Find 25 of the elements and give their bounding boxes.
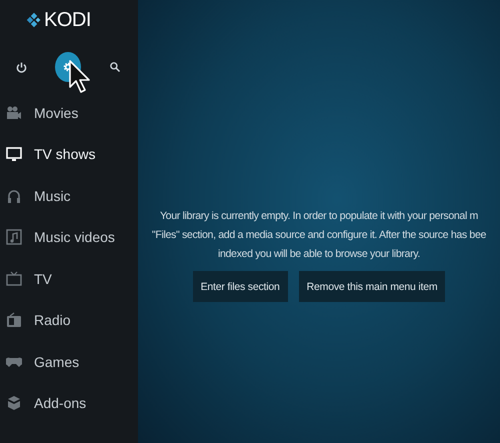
menu-item[interactable]: Add-ons <box>0 382 138 424</box>
film-note-icon <box>6 229 22 246</box>
box-icon <box>6 395 22 412</box>
menu-item[interactable]: Music <box>0 175 138 216</box>
logo-icon <box>26 12 42 28</box>
cursor-icon <box>68 59 92 95</box>
headphones-icon <box>6 188 22 204</box>
power-icon <box>14 60 28 74</box>
monitor-icon <box>6 270 22 287</box>
empty-library-text: indexed you will be able to browse your library. <box>218 247 420 262</box>
menu-item[interactable]: Radio <box>0 300 138 341</box>
empty-library-text: Your library is currently empty. In order to populate it with your personal m <box>160 209 478 224</box>
logo-text: KODI <box>44 8 91 32</box>
camera-icon <box>6 104 22 121</box>
radio-icon <box>6 312 22 328</box>
monitor-icon <box>6 146 22 162</box>
menu-item[interactable]: TV <box>0 258 138 300</box>
menu-item[interactable]: TV shows <box>0 134 138 175</box>
action-button[interactable]: Enter files section <box>192 271 288 302</box>
menu-item[interactable]: Games <box>0 341 138 382</box>
action-button[interactable]: Remove this main menu item <box>298 271 446 302</box>
menu-item[interactable]: Movies <box>0 92 138 134</box>
empty-library-text: "Files" section, add a media source and configure it. After the source has bee <box>152 228 486 243</box>
search-icon <box>109 61 121 73</box>
menu-item[interactable]: Music videos <box>0 216 138 258</box>
